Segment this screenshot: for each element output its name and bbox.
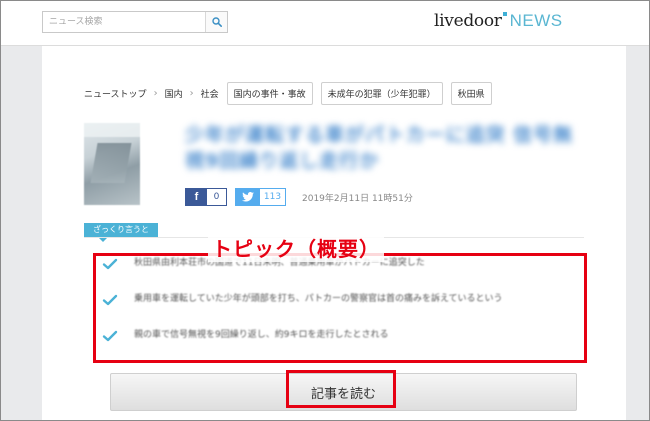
page-gutter bbox=[626, 46, 649, 420]
breadcrumb-item-domestic[interactable]: 国内 bbox=[165, 87, 183, 100]
twitter-icon bbox=[236, 188, 260, 206]
logo-news: NEWS bbox=[509, 11, 563, 30]
logo-dot bbox=[502, 12, 507, 16]
summary-label: ざっくり言うと bbox=[84, 223, 158, 242]
logo-wordmark: livedoor bbox=[434, 11, 502, 31]
facebook-icon: f bbox=[186, 188, 207, 206]
topic-annotation: トピック（概要） bbox=[208, 233, 384, 262]
breadcrumb-item-society[interactable]: 社会 bbox=[201, 87, 219, 100]
share-bar: f 0 113 2019年2月11日 11時51分 bbox=[185, 187, 413, 207]
twitter-share-count: 113 bbox=[263, 192, 282, 202]
search-button[interactable] bbox=[205, 12, 227, 32]
breadcrumb: ニューストップ › 国内 › 社会 国内の事件・事故 未成年の犯罪（少年犯罪） … bbox=[84, 81, 492, 105]
search-box bbox=[42, 11, 228, 33]
summary-highlight-box bbox=[93, 253, 587, 363]
breadcrumb-separator: › bbox=[153, 87, 158, 99]
facebook-share-count: 0 bbox=[213, 192, 220, 202]
facebook-share-button[interactable]: f 0 bbox=[185, 188, 227, 206]
screenshot-frame: livedoor NEWS ニューストップ › 国内 › 社会 国内の事件・事故… bbox=[0, 0, 650, 421]
article-thumbnail[interactable] bbox=[84, 123, 140, 205]
breadcrumb-separator: › bbox=[189, 87, 194, 99]
twitter-share-button[interactable]: 113 bbox=[235, 188, 286, 206]
article-date: 2019年2月11日 11時51分 bbox=[302, 193, 413, 204]
site-header: livedoor NEWS bbox=[1, 1, 649, 46]
livedoor-news-logo[interactable]: livedoor NEWS bbox=[434, 11, 563, 35]
tag-domestic-incidents[interactable]: 国内の事件・事故 bbox=[226, 81, 313, 105]
search-input[interactable] bbox=[43, 12, 207, 32]
read-button-highlight-box bbox=[286, 370, 396, 408]
breadcrumb-item-news-top[interactable]: ニューストップ bbox=[84, 87, 147, 100]
article-headline[interactable]: 少年が運転する車がパトカーに追突 信号無視9回繰り返し走行か bbox=[185, 122, 581, 174]
search-icon bbox=[211, 17, 222, 27]
tag-juvenile-crime[interactable]: 未成年の犯罪（少年犯罪） bbox=[320, 81, 443, 105]
tag-akita[interactable]: 秋田県 bbox=[450, 81, 492, 105]
